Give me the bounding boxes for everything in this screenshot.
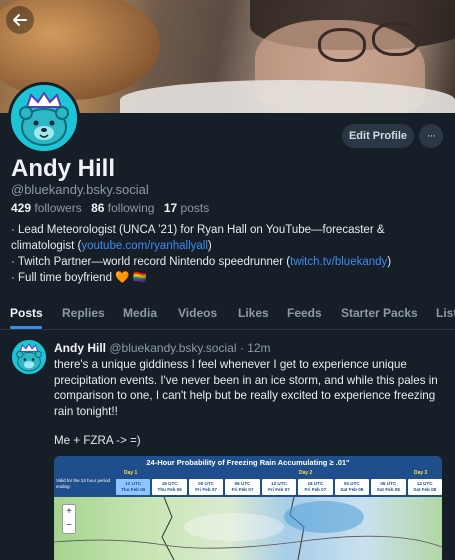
map-time-slot[interactable]: 18 UTC Fri Feb 07 [298,479,333,495]
slot-date: Fri Feb 07 [231,487,254,492]
following-link[interactable]: 86 following [91,201,154,215]
more-options-button[interactable]: ··· [419,124,443,148]
slot-date: Thu Feb 06 [157,487,182,492]
map-time-slot[interactable]: 12 UTC Thu Feb 06 [116,479,151,495]
tab-replies[interactable]: Replies [62,296,105,320]
slot-date: Fri Feb 07 [195,487,217,492]
map-day-label: Day 3 [414,470,428,476]
map-zoom-control: + − [62,504,76,534]
post-author-name[interactable]: Andy Hill [54,341,106,355]
map-land [54,496,442,560]
slot-date: Fri Feb 07 [304,487,327,492]
tab-feeds[interactable]: Feeds [287,296,322,320]
bear-avatar-icon [12,340,46,374]
twitch-link[interactable]: twitch.tv/bluekandy [290,256,387,268]
bio-line: · Lead Meteorologist (UNCA ’21) for Ryan… [11,224,385,236]
bear-avatar-icon [11,85,77,151]
slot-date: Sat Feb 08 [340,487,364,492]
post-author-handle[interactable]: @bluekandy.bsky.social [109,341,236,355]
back-button[interactable] [6,6,34,34]
map-time-slot[interactable]: 12 UTC Sat Feb 08 [407,479,442,495]
tab-posts[interactable]: Posts [10,296,43,320]
post-text-line: Me + FZRA -> =) [54,434,141,447]
slot-date: Sat Feb 08 [376,487,400,492]
tab-videos[interactable]: Videos [178,296,217,320]
profile-avatar[interactable] [8,82,80,154]
profile-name: Andy Hill [11,155,116,182]
banner-sheet [120,80,455,113]
profile-tabs: Posts Replies Media Videos Likes Feeds S… [0,296,455,330]
post-text: there's a unique giddiness I feel whenev… [54,358,438,418]
edit-profile-button[interactable]: Edit Profile [342,124,414,148]
map-title: 24-Hour Probability of Freezing Rain Acc… [54,456,442,470]
profile-handle: @bluekandy.bsky.social [11,182,149,197]
map-borders [54,496,442,560]
profile-stats: 429 followers 86 following 17 posts [11,201,209,215]
map-period-label: Valid for the 24 hour period ending: [56,478,110,489]
bio-line: · Full time boyfriend 🧡 🏳️‍🌈 [11,272,148,284]
map-day-label: Day 2 [299,470,313,476]
post-header: Andy Hill @bluekandy.bsky.social · 12m [54,341,271,355]
youtube-link[interactable]: youtube.com/ryanhallyall [81,240,208,252]
back-arrow-icon [13,14,27,26]
profile-bio: · Lead Meteorologist (UNCA ’21) for Ryan… [11,222,441,286]
map-time-slot[interactable]: 12 UTC Fri Feb 07 [261,479,297,495]
banner-glasses-left [318,28,366,62]
map-time-slot[interactable]: 00 UTC Sat Feb 08 [334,479,370,495]
banner-glasses-right [372,22,420,56]
tab-likes[interactable]: Likes [238,296,269,320]
map-time-slots: 12 UTC Thu Feb 06 18 UTC Thu Feb 06 00 UTC Fr… [116,479,442,495]
posts-count: 17 posts [163,201,210,215]
ellipsis-icon: ··· [427,130,436,142]
map-time-slot[interactable]: 00 UTC Fri Feb 07 [188,479,224,495]
post-timestamp[interactable]: 12m [247,341,270,355]
map-time-slot[interactable]: 06 UTC Sat Feb 08 [371,479,406,495]
bio-line: · Twitch Partner—world record Nintendo s… [11,256,392,268]
slot-date: Thu Feb 06 [121,487,146,492]
map-time-slot[interactable]: 18 UTC Thu Feb 06 [152,479,187,495]
bio-line: climatologist (youtube.com/ryanhallyall) [11,240,212,252]
post-author-avatar[interactable] [12,340,46,374]
tab-starter-packs[interactable]: Starter Packs [341,296,418,320]
slot-date: Sat Feb 08 [413,487,437,492]
active-tab-indicator [10,326,42,329]
post-separator: · [239,341,244,355]
zoom-out-button[interactable]: − [63,519,75,533]
tab-media[interactable]: Media [123,296,157,320]
slot-date: Fri Feb 07 [268,487,290,492]
map-day-label: Day 1 [124,470,138,476]
zoom-in-button[interactable]: + [63,505,75,519]
followers-link[interactable]: 429 followers [11,201,82,215]
tab-lists[interactable]: Lists [436,296,455,320]
post-image[interactable]: 24-Hour Probability of Freezing Rain Acc… [54,456,442,560]
map-time-slot[interactable]: 06 UTC Fri Feb 07 [225,479,260,495]
